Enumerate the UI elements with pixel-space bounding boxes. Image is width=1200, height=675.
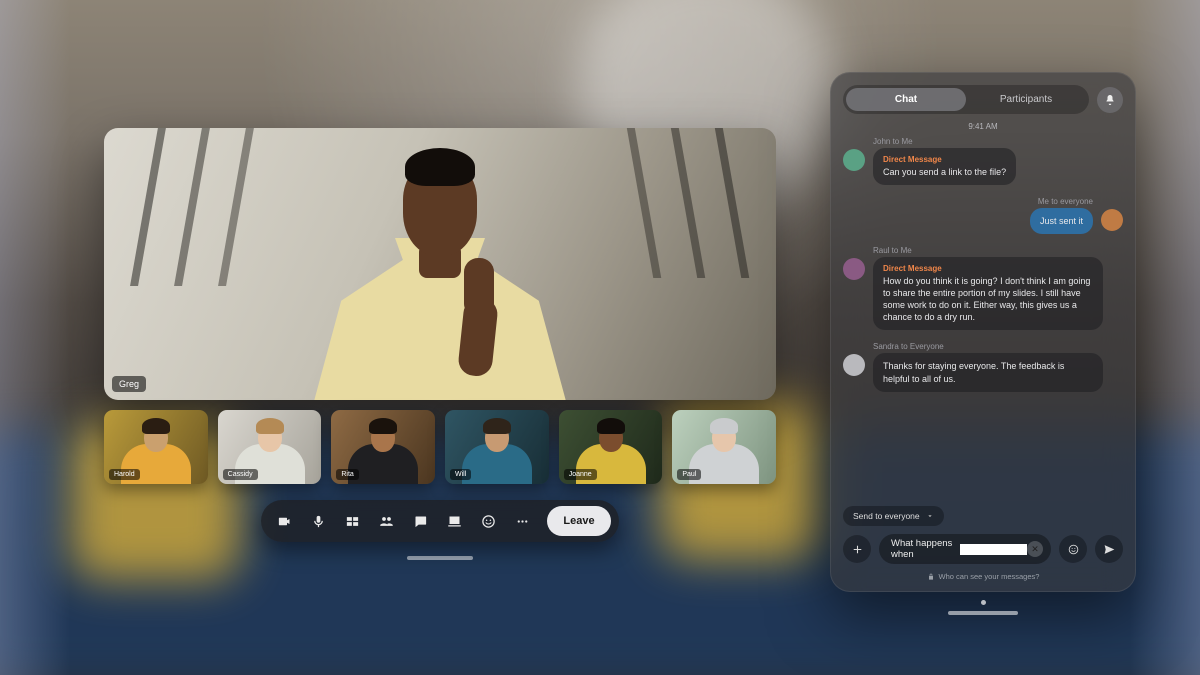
gallery-view-button[interactable] xyxy=(337,506,367,536)
speaker-figure xyxy=(290,146,590,400)
message-list: John to Me Direct MessageCan you send a l… xyxy=(831,137,1135,506)
leave-button-label: Leave xyxy=(563,515,594,527)
participant-thumb[interactable]: Joanne xyxy=(559,410,663,484)
send-to-selector[interactable]: Send to everyone xyxy=(843,506,944,526)
window-grabber[interactable] xyxy=(407,556,473,560)
thumb-name-tag: Will xyxy=(450,469,471,480)
message-bubble: Direct MessageHow do you think it is goi… xyxy=(873,257,1103,330)
message-meta: Sandra to Everyone xyxy=(873,342,1103,351)
video-call-window: Greg Harold Cassidy Rita Will Joanne Paul Lea… xyxy=(104,128,776,560)
thumb-name-tag: Paul xyxy=(677,469,701,480)
chat-tabs: Chat Participants xyxy=(831,73,1135,122)
chat-message: Raul to Me Direct MessageHow do you think… xyxy=(843,246,1123,330)
message-bubble: Just sent it xyxy=(1030,208,1093,234)
direct-message-badge: Direct Message xyxy=(883,264,1093,275)
tab-participants[interactable]: Participants xyxy=(966,88,1086,111)
message-input-text: What happens when xyxy=(891,538,959,560)
send-to-label: Send to everyone xyxy=(853,511,920,521)
participant-thumb[interactable]: Paul xyxy=(672,410,776,484)
chat-timestamp: 9:41 AM xyxy=(831,122,1135,137)
notifications-button[interactable] xyxy=(1097,87,1123,113)
participants-button[interactable] xyxy=(371,506,401,536)
participant-thumb[interactable]: Cassidy xyxy=(218,410,322,484)
chat-window-handle[interactable] xyxy=(830,600,1136,615)
message-meta: Me to everyone xyxy=(1038,197,1093,206)
chat-button[interactable] xyxy=(405,506,435,536)
share-screen-button[interactable] xyxy=(439,506,469,536)
avatar xyxy=(843,149,865,171)
attach-button[interactable] xyxy=(843,535,871,563)
thumb-name-tag: Cassidy xyxy=(223,469,258,480)
message-bubble: Direct MessageCan you send a link to the… xyxy=(873,148,1016,185)
speaker-name-tag: Greg xyxy=(112,376,146,392)
camera-button[interactable] xyxy=(269,506,299,536)
avatar xyxy=(843,354,865,376)
thumb-name-tag: Harold xyxy=(109,469,140,480)
call-toolbar: Leave xyxy=(261,500,618,542)
leave-button[interactable]: Leave xyxy=(547,506,610,536)
clear-input-button[interactable]: ✕ xyxy=(1027,541,1043,557)
thumb-name-tag: Rita xyxy=(336,469,358,480)
chat-message: Me to everyone Just sent it xyxy=(843,197,1123,234)
main-video-feed[interactable]: Greg xyxy=(104,128,776,400)
chat-message: John to Me Direct MessageCan you send a l… xyxy=(843,137,1123,185)
message-meta: John to Me xyxy=(873,137,1016,146)
avatar xyxy=(1101,209,1123,231)
thumb-name-tag: Joanne xyxy=(564,469,597,480)
message-meta: Raul to Me xyxy=(873,246,1103,255)
more-options-button[interactable] xyxy=(507,506,537,536)
microphone-button[interactable] xyxy=(303,506,333,536)
message-bubble: Thanks for staying everyone. The feedbac… xyxy=(873,353,1103,391)
chevron-down-icon xyxy=(926,512,934,520)
emoji-button[interactable] xyxy=(1059,535,1087,563)
privacy-label: Who can see your messages? xyxy=(939,572,1040,581)
reactions-button[interactable] xyxy=(473,506,503,536)
avatar xyxy=(843,258,865,280)
chat-message: Sandra to Everyone Thanks for staying eve… xyxy=(843,342,1123,391)
participant-thumb[interactable]: Harold xyxy=(104,410,208,484)
participant-thumb[interactable]: Rita xyxy=(331,410,435,484)
tab-chat[interactable]: Chat xyxy=(846,88,966,111)
privacy-note[interactable]: Who can see your messages? xyxy=(831,572,1135,591)
direct-message-badge: Direct Message xyxy=(883,155,1006,166)
message-input[interactable]: What happens when ✕ xyxy=(879,534,1051,564)
send-button[interactable] xyxy=(1095,535,1123,563)
participant-thumb[interactable]: Will xyxy=(445,410,549,484)
chat-panel: Chat Participants 9:41 AM John to Me Dire… xyxy=(830,72,1136,592)
lock-icon xyxy=(927,573,935,581)
participant-thumbnails: Harold Cassidy Rita Will Joanne Paul xyxy=(104,410,776,484)
